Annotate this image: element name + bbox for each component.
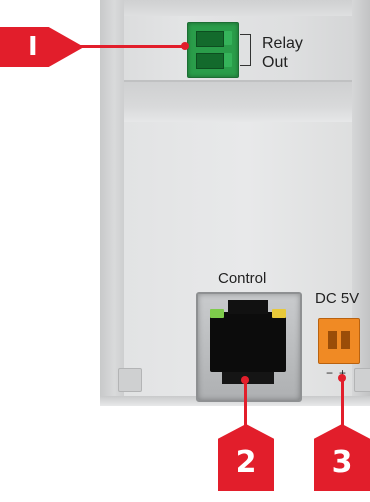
housing-shelf [124, 82, 370, 123]
housing-top-ridge [100, 0, 370, 16]
dc-power-connector [318, 318, 360, 364]
callout-dot-3 [338, 374, 346, 382]
activity-led-yellow [272, 309, 286, 318]
mounting-foot-left [118, 368, 142, 392]
housing-left-rail [100, 0, 124, 405]
relay-label-line1: Relay [262, 35, 303, 52]
relay-out-label: Relay Out [262, 34, 303, 72]
callout-tag-2: 2 [218, 424, 274, 491]
control-label: Control [218, 270, 267, 287]
device-photo: Relay Out Control DC 5V −+ I 2 3 [0, 0, 370, 491]
callout-tag-1: I [0, 27, 84, 67]
callout-number-1: I [28, 32, 38, 62]
link-led-green [210, 309, 224, 318]
relay-terminal-slot [196, 31, 224, 47]
callout-tag-3: 3 [314, 424, 370, 491]
relay-terminal-screw [224, 53, 232, 67]
relay-bracket-line [240, 34, 251, 66]
callout-dot-1 [181, 42, 189, 50]
dc-connector-pin [341, 331, 350, 349]
dc-5v-label: DC 5V [315, 290, 360, 307]
callout-dot-2 [241, 376, 249, 384]
relay-terminal-screw [224, 31, 232, 45]
rj45-latch-notch [228, 300, 268, 314]
mounting-foot-right [354, 368, 370, 392]
callout-line-2 [244, 380, 247, 430]
relay-terminal-slot [196, 53, 224, 69]
callout-line-3 [341, 378, 344, 430]
relay-label-line2: Out [262, 54, 288, 71]
relay-terminal-block [187, 22, 239, 78]
callout-line-1 [80, 45, 184, 48]
dc-connector-pin [328, 331, 337, 349]
rj45-port-opening [210, 312, 286, 372]
